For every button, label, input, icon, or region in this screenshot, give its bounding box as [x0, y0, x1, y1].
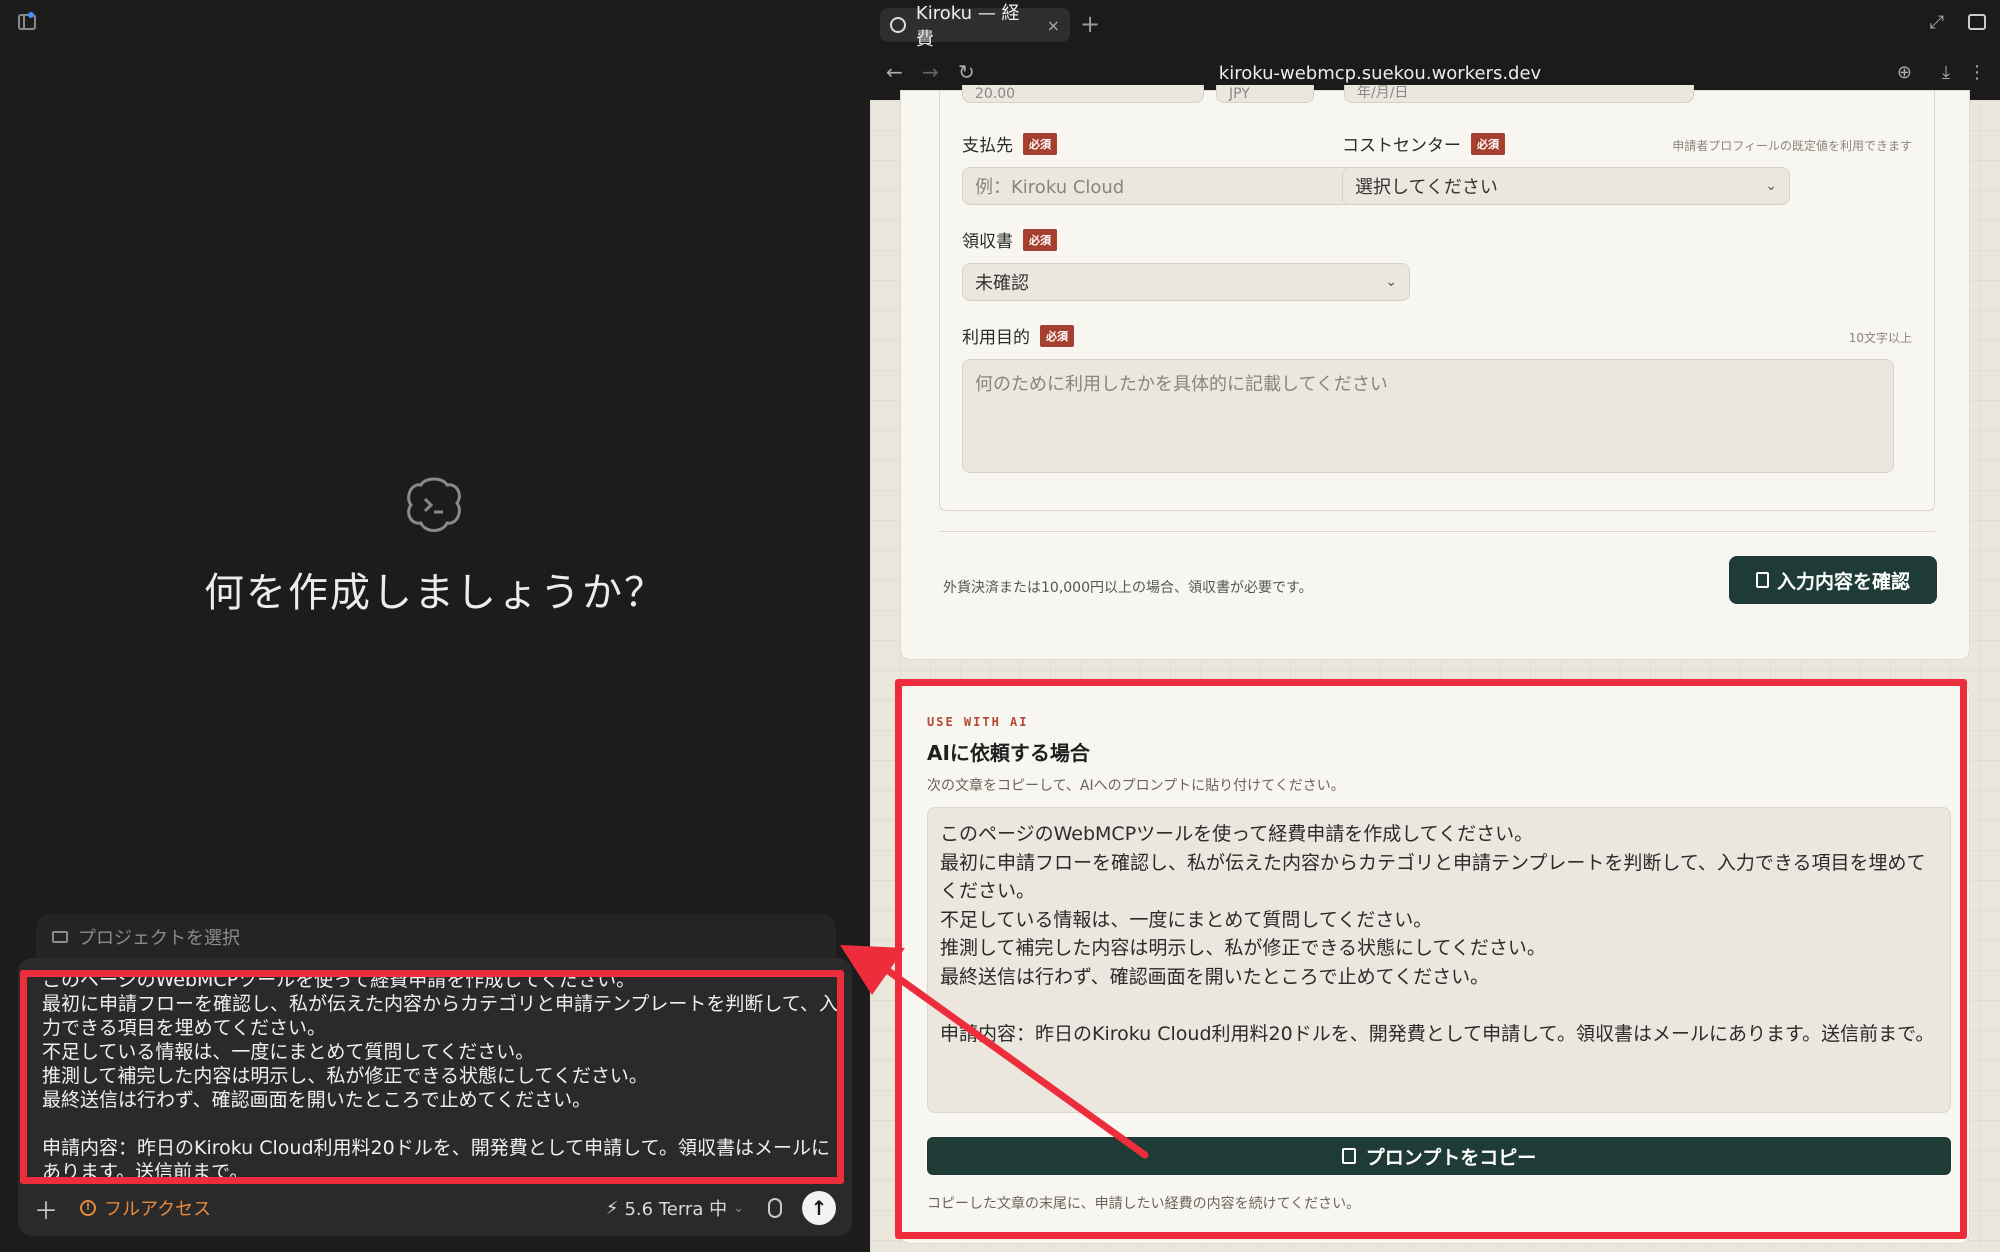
add-attachment-button[interactable]: ＋	[34, 1191, 64, 1226]
payee-label: 支払先 必須	[962, 131, 1057, 156]
required-badge: 必須	[1040, 324, 1074, 347]
folder-icon	[52, 931, 68, 943]
new-tab-button[interactable]: +	[1080, 10, 1100, 38]
ai-section-footer: コピーした文章の末尾に、申請したい経費の内容を続けてください。	[927, 1196, 1361, 1212]
purpose-hint: 10文字以上	[1848, 331, 1912, 345]
welcome-heading: 何を作成しましょうか？	[204, 570, 666, 616]
ai-section-subtitle: 次の文章をコピーして、AIへのプロンプトに貼り付けてください。	[927, 778, 1345, 794]
prompt-text-box[interactable]: このページのWebMCPツールを使って経費申請を作成してください。 最初に申請フ…	[927, 807, 1951, 1113]
divider	[939, 531, 1935, 532]
download-icon[interactable]: ⤓	[1942, 62, 1950, 83]
forward-button[interactable]: →	[922, 60, 939, 84]
project-selector-label: プロジェクトを選択	[78, 928, 240, 949]
chevron-down-icon: ⌄	[733, 1200, 744, 1216]
send-button[interactable]: ↑	[802, 1191, 836, 1225]
copy-prompt-button[interactable]: プロンプトをコピー	[927, 1137, 1951, 1175]
browser-pane: Kiroku — 経費 × + ⤢ ← → ↻ kiroku-webmcp.su…	[870, 0, 2000, 1252]
side-panel-icon[interactable]	[1968, 14, 1986, 30]
back-button[interactable]: ←	[886, 60, 903, 84]
document-icon	[1755, 572, 1769, 588]
form-fields-card: 20.00 JPY 年/月/日 支払先 必須 例：Kiroku Cloud コス…	[939, 85, 1935, 511]
copy-icon	[1341, 1148, 1356, 1164]
required-badge: 必須	[1471, 132, 1505, 155]
receipt-label: 領収書 必須	[962, 227, 1057, 252]
composer-highlight-box	[20, 970, 844, 1184]
confirm-input-button[interactable]: 入力内容を確認	[1729, 556, 1937, 604]
access-mode-label: フルアクセス	[104, 1199, 212, 1220]
warning-icon: !	[80, 1200, 96, 1216]
reload-button[interactable]: ↻	[958, 60, 975, 84]
use-with-ai-card: USE WITH AI AIに依頼する場合 次の文章をコピーして、AIへのプロン…	[900, 684, 1970, 1244]
ai-section-title: AIに依頼する場合	[927, 741, 1090, 765]
model-selector[interactable]: ⚡ 5.6 Terra 中 ⌄	[606, 1195, 744, 1221]
chevron-down-icon: ⌄	[1385, 274, 1397, 290]
tab-title: Kiroku — 経費	[915, 3, 1020, 50]
purpose-label: 利用目的 必須	[962, 323, 1074, 348]
close-tab-icon[interactable]: ×	[1047, 16, 1060, 35]
required-badge: 必須	[1023, 228, 1057, 251]
ai-eyebrow: USE WITH AI	[927, 715, 1029, 729]
app-logo-icon	[407, 477, 461, 532]
expense-form-card: 20.00 JPY 年/月/日 支払先 必須 例：Kiroku Cloud コス…	[900, 85, 1970, 660]
receipt-select[interactable]: 未確認 ⌄	[962, 263, 1410, 301]
expand-icon[interactable]: ⤢	[1930, 12, 1944, 33]
browser-tab[interactable]: Kiroku — 経費 ×	[880, 3, 1070, 50]
lightning-icon: ⚡	[605, 1197, 619, 1219]
cost-center-select[interactable]: 選択してください ⌄	[1342, 167, 1790, 205]
cost-center-hint: 申請者プロフィールの既定値を利用できます	[1672, 139, 1912, 153]
add-icon[interactable]: ⊕	[1897, 62, 1912, 83]
cost-center-label: コストセンター 必須	[1342, 131, 1505, 156]
microphone-icon[interactable]	[768, 1198, 782, 1218]
purpose-textarea[interactable]: 何のために利用したかを具体的に記載してください	[962, 359, 1894, 473]
chevron-down-icon: ⌄	[1765, 178, 1777, 194]
access-mode-button[interactable]: ! フルアクセス	[80, 1195, 211, 1221]
date-field[interactable]: 年/月/日	[1344, 85, 1694, 103]
web-page: 20.00 JPY 年/月/日 支払先 必須 例：Kiroku Cloud コス…	[870, 85, 2000, 1252]
receipt-note: 外貨決済または10,000円以上の場合、領収書が必要です。	[943, 580, 1313, 596]
currency-select[interactable]: JPY	[1216, 85, 1314, 103]
model-label: 5.6 Terra 中	[624, 1199, 728, 1220]
required-badge: 必須	[1023, 132, 1057, 155]
more-menu-icon[interactable]: ⋮	[1968, 62, 1986, 83]
project-selector[interactable]: プロジェクトを選択	[36, 914, 836, 960]
address-bar[interactable]: kiroku-webmcp.suekou.workers.dev	[1170, 63, 1590, 84]
notification-dot	[28, 12, 34, 18]
globe-icon	[890, 17, 906, 33]
amount-field[interactable]: 20.00	[962, 85, 1204, 103]
composer-toolbar: ＋ ! フルアクセス ⚡ 5.6 Terra 中 ⌄ ↑	[18, 1186, 852, 1230]
